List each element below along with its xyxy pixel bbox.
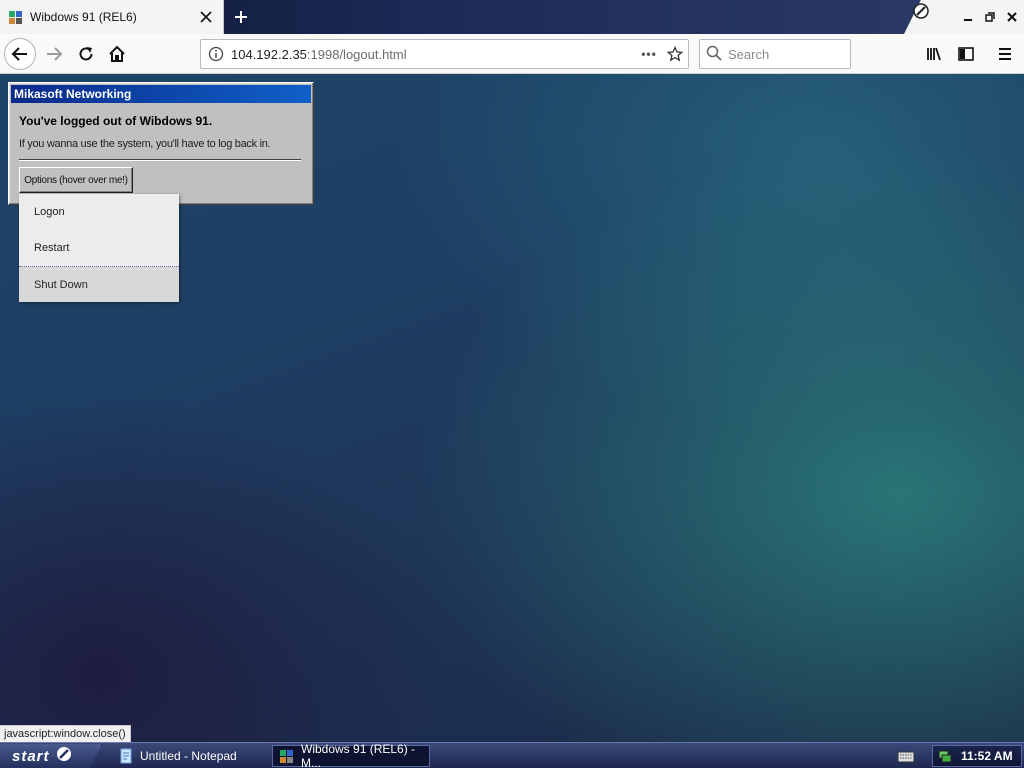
private-browsing-icon xyxy=(912,2,930,20)
home-icon[interactable] xyxy=(101,38,133,70)
window-close-icon[interactable] xyxy=(1002,8,1022,26)
search-input[interactable] xyxy=(728,46,838,62)
options-button[interactable]: Options (hover over me!) xyxy=(19,167,133,193)
system-tray: 11:52 AM xyxy=(932,745,1022,767)
start-label: start xyxy=(12,747,50,765)
forward-arrow-icon[interactable] xyxy=(38,38,70,70)
url-path: :1998/logout.html xyxy=(306,46,407,62)
url-text[interactable]: 104.192.2.35:1998/logout.html xyxy=(231,47,636,62)
menu-item-restart[interactable]: Restart xyxy=(19,230,179,266)
url-bar[interactable]: 104.192.2.35:1998/logout.html ••• xyxy=(200,39,689,69)
task-notepad-label: Untitled - Notepad xyxy=(140,749,237,763)
dialog-message: If you wanna use the system, you'll have… xyxy=(19,138,271,150)
start-logo-icon xyxy=(56,746,72,766)
taskbar: start Untitled - Notepad Wibdows 91 (REL… xyxy=(0,742,1024,768)
networking-dialog: Mikasoft Networking You've logged out of… xyxy=(8,82,314,205)
plus-icon[interactable] xyxy=(228,5,254,29)
url-host: 104.192.2.35 xyxy=(231,46,307,62)
library-icon[interactable] xyxy=(918,38,950,70)
minimize-icon[interactable] xyxy=(958,8,978,26)
reload-icon[interactable] xyxy=(70,38,102,70)
close-icon[interactable] xyxy=(197,8,215,26)
task-notepad[interactable]: Untitled - Notepad xyxy=(112,745,268,767)
restore-icon[interactable] xyxy=(980,8,1000,26)
menu-item-shut-down[interactable]: Shut Down xyxy=(19,266,179,302)
star-icon[interactable] xyxy=(662,40,688,68)
start-button[interactable]: start xyxy=(0,744,102,768)
keyboard-icon[interactable] xyxy=(897,748,915,764)
app-favicon xyxy=(8,9,24,25)
info-icon[interactable] xyxy=(201,40,231,68)
tab-title: Wibdows 91 (REL6) xyxy=(30,10,137,24)
page-actions-button[interactable]: ••• xyxy=(636,40,662,68)
menu-item-logon[interactable]: Logon xyxy=(19,194,179,230)
menu-icon[interactable] xyxy=(989,38,1021,70)
dialog-title: Mikasoft Networking xyxy=(11,85,311,103)
search-field[interactable] xyxy=(699,39,851,69)
dialog-separator xyxy=(19,159,301,161)
clock[interactable]: 11:52 AM xyxy=(961,749,1013,763)
dialog-heading: You've logged out of Wibdows 91. xyxy=(19,114,213,128)
search-icon xyxy=(706,45,722,64)
network-icon[interactable] xyxy=(937,748,953,764)
notepad-icon xyxy=(118,748,134,764)
tab-strip: Wibdows 91 (REL6) xyxy=(0,0,1024,34)
back-arrow-icon[interactable] xyxy=(4,38,36,70)
sidebar-icon[interactable] xyxy=(950,38,982,70)
options-menu: Logon Restart Shut Down xyxy=(19,194,179,302)
app-favicon xyxy=(279,748,295,764)
navigation-toolbar: 104.192.2.35:1998/logout.html ••• xyxy=(0,34,1024,74)
browser-tab[interactable]: Wibdows 91 (REL6) xyxy=(0,0,224,34)
task-wibdows-label: Wibdows 91 (REL6) - M... xyxy=(301,742,416,768)
task-wibdows[interactable]: Wibdows 91 (REL6) - M... xyxy=(272,742,430,768)
status-link-preview: javascript:window.close() xyxy=(0,725,131,743)
